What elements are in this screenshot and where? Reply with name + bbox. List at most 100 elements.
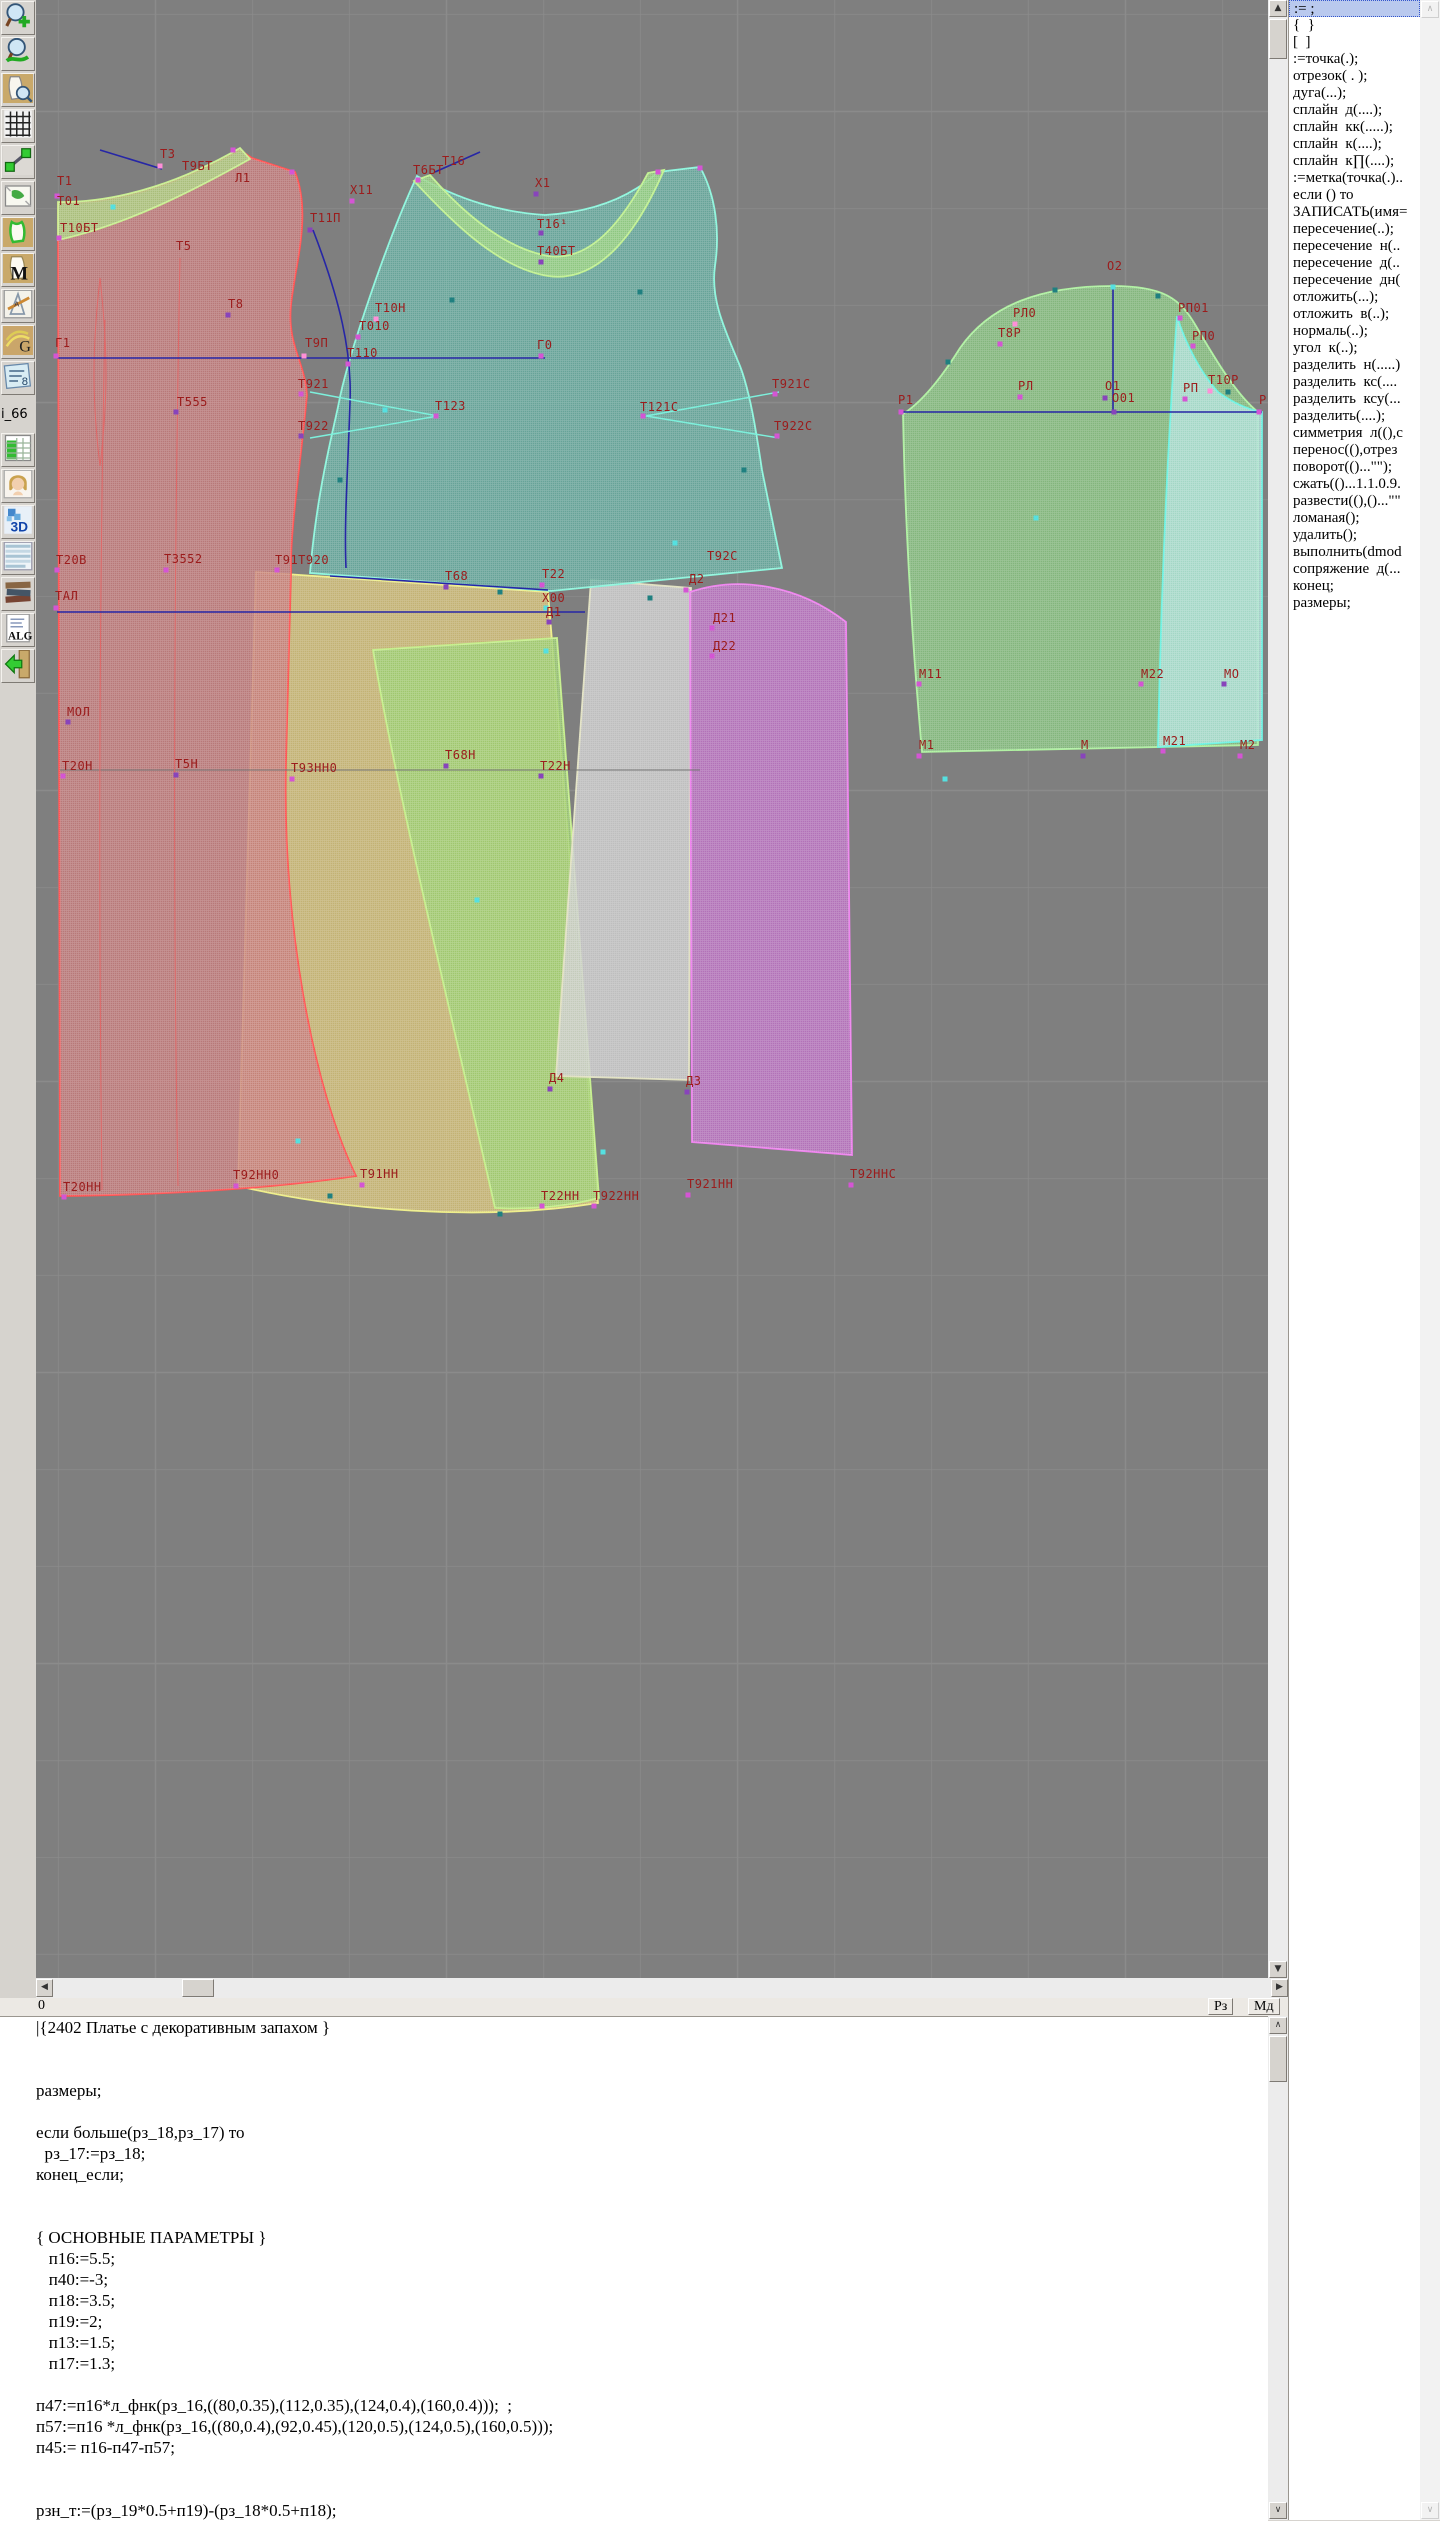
command-item[interactable]: сплайн д(....); — [1289, 102, 1420, 119]
command-item[interactable]: ломаная(); — [1289, 510, 1420, 527]
construction-point[interactable] — [1191, 344, 1196, 349]
construction-point[interactable] — [450, 298, 455, 303]
construction-point[interactable] — [338, 478, 343, 483]
construction-point[interactable] — [673, 541, 678, 546]
construction-point[interactable] — [475, 898, 480, 903]
command-item[interactable]: угол к(..); — [1289, 340, 1420, 357]
grid-button[interactable] — [1, 109, 35, 143]
construction-point[interactable] — [917, 682, 922, 687]
construction-point[interactable] — [998, 342, 1003, 347]
construction-point[interactable] — [710, 654, 715, 659]
command-item[interactable]: если () то — [1289, 187, 1420, 204]
construction-point[interactable] — [299, 392, 304, 397]
construction-point[interactable] — [1257, 410, 1262, 415]
command-item[interactable]: :=точка(.); — [1289, 51, 1420, 68]
construction-point[interactable] — [1018, 395, 1023, 400]
hscroll-thumb[interactable] — [182, 1979, 214, 1997]
command-item[interactable]: пересечение д(.. — [1289, 255, 1420, 272]
construction-point[interactable] — [275, 568, 280, 573]
construction-point[interactable] — [328, 1194, 333, 1199]
construction-point[interactable] — [444, 764, 449, 769]
construction-point[interactable] — [174, 410, 179, 415]
construction-point[interactable] — [54, 354, 59, 359]
construction-point[interactable] — [299, 434, 304, 439]
construction-point[interactable] — [360, 1183, 365, 1188]
construction-point[interactable] — [601, 1150, 606, 1155]
pattern-g-button[interactable]: G — [1, 325, 35, 359]
construction-point[interactable] — [1208, 389, 1213, 394]
command-item[interactable]: сплайн кк(.....); — [1289, 119, 1420, 136]
construction-point[interactable] — [899, 410, 904, 415]
canvas-hscrollbar[interactable]: ◀ ▶ — [36, 1978, 1288, 1998]
command-item[interactable]: := ; — [1289, 0, 1420, 17]
command-item[interactable]: конец; — [1289, 578, 1420, 595]
construction-point[interactable] — [111, 205, 116, 210]
books-button[interactable] — [1, 577, 35, 611]
command-item[interactable]: [ ] — [1289, 34, 1420, 51]
scroll-left-button[interactable]: ◀ — [36, 1979, 53, 1997]
pattern-m-button[interactable]: M — [1, 253, 35, 287]
construction-point[interactable] — [656, 170, 661, 175]
command-item[interactable]: симметрия л((),с — [1289, 425, 1420, 442]
construction-point[interactable] — [1139, 682, 1144, 687]
table-button[interactable] — [1, 433, 35, 467]
construction-point[interactable] — [57, 236, 62, 241]
construction-point[interactable] — [1081, 754, 1086, 759]
construction-point[interactable] — [158, 164, 163, 169]
command-item[interactable]: сплайн к∏(....); — [1289, 153, 1420, 170]
construction-point[interactable] — [685, 1090, 690, 1095]
construction-point[interactable] — [1103, 396, 1108, 401]
construction-point[interactable] — [308, 228, 313, 233]
construction-point[interactable] — [540, 583, 545, 588]
construction-point[interactable] — [296, 1139, 301, 1144]
panel-scroll-up-button[interactable]: ∧ — [1421, 1, 1439, 18]
construction-point[interactable] — [61, 774, 66, 779]
command-item[interactable]: сплайн к(....); — [1289, 136, 1420, 153]
construction-point[interactable] — [547, 620, 552, 625]
canvas-vscrollbar[interactable]: ▲ ▼ — [1268, 0, 1288, 1978]
construction-point[interactable] — [648, 596, 653, 601]
command-item[interactable]: отрезок( . ); — [1289, 68, 1420, 85]
drafting-tools-button[interactable]: A — [1, 289, 35, 323]
command-item[interactable]: разделить кс(.... — [1289, 374, 1420, 391]
construction-point[interactable] — [62, 1195, 67, 1200]
construction-point[interactable] — [710, 626, 715, 631]
construction-point[interactable] — [226, 313, 231, 318]
command-item[interactable]: размеры; — [1289, 595, 1420, 612]
command-item[interactable]: сопряжение д(... — [1289, 561, 1420, 578]
command-item[interactable]: разделить(....); — [1289, 408, 1420, 425]
zoom-out-button[interactable] — [1, 37, 35, 71]
construction-point[interactable] — [943, 777, 948, 782]
portrait-button[interactable] — [1, 469, 35, 503]
construction-point[interactable] — [498, 590, 503, 595]
command-item[interactable]: { } — [1289, 17, 1420, 34]
construction-point[interactable] — [1178, 316, 1183, 321]
command-item[interactable]: пересечение дн( — [1289, 272, 1420, 289]
construction-point[interactable] — [849, 1183, 854, 1188]
zoom-in-button[interactable] — [1, 1, 35, 35]
construction-point[interactable] — [290, 777, 295, 782]
construction-point[interactable] — [1226, 390, 1231, 395]
command-item[interactable]: разделить н(.....) — [1289, 357, 1420, 374]
construction-point[interactable] — [641, 414, 646, 419]
construction-point[interactable] — [55, 568, 60, 573]
construction-point[interactable] — [231, 148, 236, 153]
construction-point[interactable] — [350, 199, 355, 204]
construction-point[interactable] — [383, 408, 388, 413]
blueprint-button[interactable]: 8 — [1, 361, 35, 395]
construction-point[interactable] — [1222, 682, 1227, 687]
construction-point[interactable] — [290, 170, 295, 175]
command-item[interactable]: разделить ксу(... — [1289, 391, 1420, 408]
panel-vscrollbar[interactable]: ∧ ∨ — [1420, 0, 1440, 2520]
construction-point[interactable] — [539, 354, 544, 359]
construction-point[interactable] — [54, 606, 59, 611]
construction-point[interactable] — [534, 192, 539, 197]
scroll-down-button[interactable]: ▼ — [1269, 1961, 1287, 1978]
construction-point[interactable] — [742, 468, 747, 473]
construction-point[interactable] — [434, 414, 439, 419]
construction-point[interactable] — [775, 434, 780, 439]
command-item[interactable]: нормаль(..); — [1289, 323, 1420, 340]
construction-point[interactable] — [548, 1087, 553, 1092]
construction-point[interactable] — [539, 774, 544, 779]
map-button[interactable] — [1, 181, 35, 215]
